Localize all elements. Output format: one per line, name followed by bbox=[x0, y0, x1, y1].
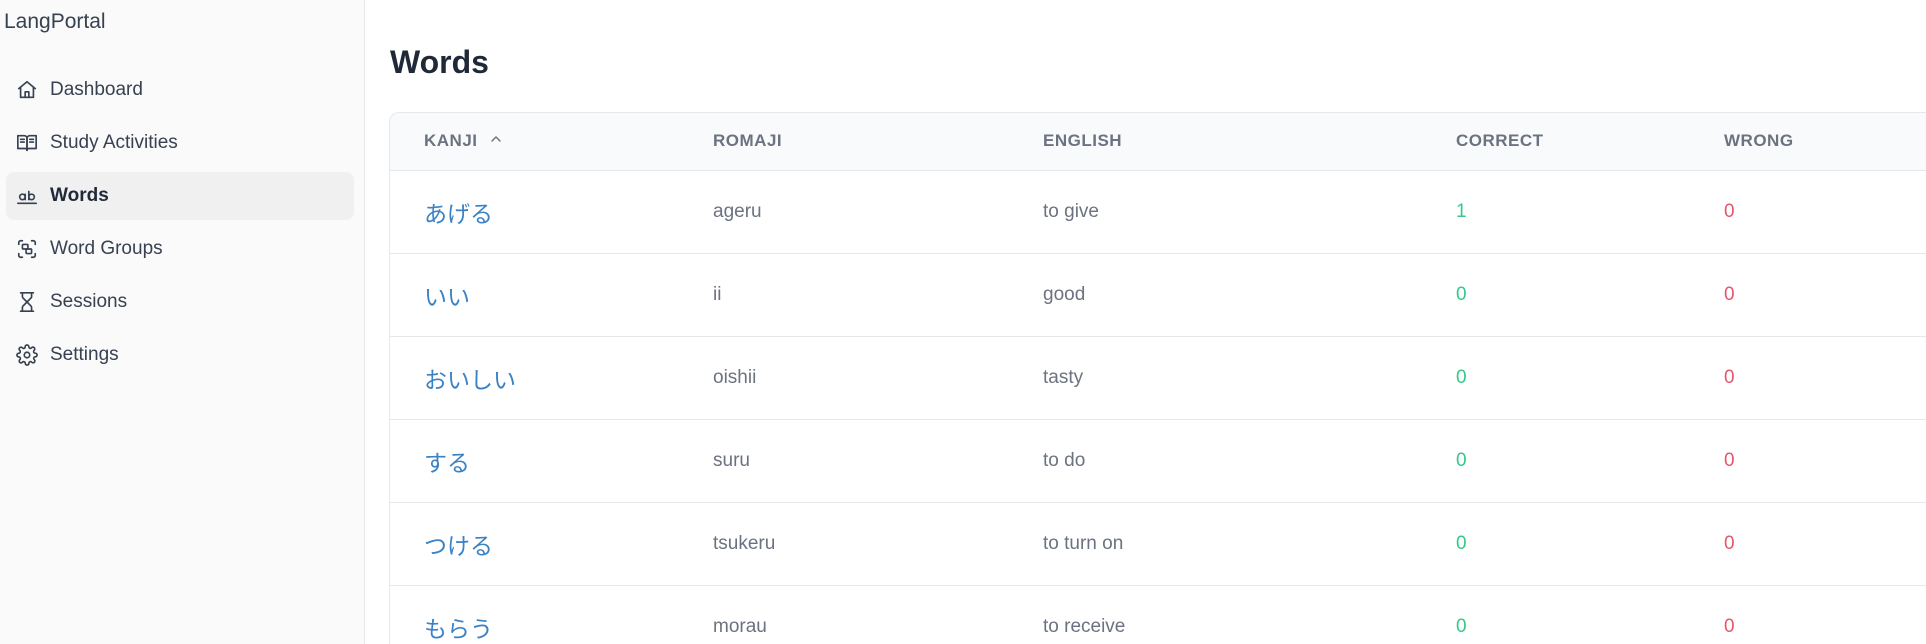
sidebar-item-settings[interactable]: Settings bbox=[6, 331, 354, 379]
table-row: おいしい oishii tasty 0 0 bbox=[390, 336, 1926, 419]
table-row: する suru to do 0 0 bbox=[390, 419, 1926, 502]
table-row: もらう morau to receive 0 0 bbox=[390, 585, 1926, 644]
wrong-count-cell: 0 bbox=[1724, 532, 1735, 554]
wrong-count-cell: 0 bbox=[1724, 200, 1735, 222]
words-table-container: KANJI ROMAJI ENGLISH CORRECT WRONG あげる a… bbox=[389, 112, 1926, 644]
table-header-row: KANJI ROMAJI ENGLISH CORRECT WRONG bbox=[390, 113, 1926, 171]
main-content: Words KANJI ROMAJI ENGLISH CORRECT WRONG… bbox=[365, 0, 1926, 644]
romaji-cell: tsukeru bbox=[713, 532, 776, 554]
table-row: いい ii good 0 0 bbox=[390, 253, 1926, 336]
correct-count-cell: 0 bbox=[1456, 366, 1467, 388]
sidebar-item-study-activities[interactable]: Study Activities bbox=[6, 119, 354, 167]
wrong-count-cell: 0 bbox=[1724, 615, 1735, 637]
sidebar-item-label: Word Groups bbox=[50, 238, 163, 259]
sidebar-item-words[interactable]: Words bbox=[6, 172, 354, 220]
english-cell: good bbox=[1043, 283, 1086, 305]
sidebar-item-dashboard[interactable]: Dashboard bbox=[6, 66, 354, 114]
correct-count-cell: 1 bbox=[1456, 200, 1467, 222]
sidebar-item-word-groups[interactable]: Word Groups bbox=[6, 225, 354, 273]
correct-count-cell: 0 bbox=[1456, 283, 1467, 305]
words-icon bbox=[16, 185, 38, 207]
wrong-count-cell: 0 bbox=[1724, 366, 1735, 388]
romaji-cell: ii bbox=[713, 283, 722, 305]
hourglass-icon bbox=[16, 291, 38, 313]
table-row: あげる ageru to give 1 0 bbox=[390, 170, 1926, 253]
sidebar-item-label: Words bbox=[50, 185, 109, 206]
app-root: LangPortal Dashboard Study Activities Wo… bbox=[0, 0, 1926, 644]
sidebar-item-label: Study Activities bbox=[50, 132, 178, 153]
wrong-count-cell: 0 bbox=[1724, 449, 1735, 471]
chevron-up-icon bbox=[488, 131, 504, 152]
column-header-kanji[interactable]: KANJI bbox=[390, 113, 713, 171]
words-table: KANJI ROMAJI ENGLISH CORRECT WRONG あげる a… bbox=[390, 113, 1926, 644]
english-cell: to do bbox=[1043, 449, 1086, 471]
romaji-cell: ageru bbox=[713, 200, 762, 222]
english-cell: tasty bbox=[1043, 366, 1084, 388]
sidebar-item-sessions[interactable]: Sessions bbox=[6, 278, 354, 326]
english-cell: to turn on bbox=[1043, 532, 1124, 554]
correct-count-cell: 0 bbox=[1456, 449, 1467, 471]
column-header-correct[interactable]: CORRECT bbox=[1456, 113, 1724, 171]
column-header-label: KANJI bbox=[424, 131, 478, 151]
sidebar-item-label: Settings bbox=[50, 344, 119, 365]
correct-count-cell: 0 bbox=[1456, 532, 1467, 554]
brand-title: LangPortal bbox=[4, 10, 106, 33]
group-icon bbox=[16, 238, 38, 260]
english-cell: to give bbox=[1043, 200, 1099, 222]
sidebar-nav: Dashboard Study Activities Words Word Gr… bbox=[6, 66, 354, 384]
gear-icon bbox=[16, 344, 38, 366]
romaji-cell: oishii bbox=[713, 366, 757, 388]
word-link[interactable]: おいしい bbox=[424, 368, 516, 394]
word-link[interactable]: する bbox=[424, 451, 470, 477]
word-link[interactable]: いい bbox=[424, 285, 470, 311]
column-header-romaji[interactable]: ROMAJI bbox=[713, 113, 1043, 171]
column-header-english[interactable]: ENGLISH bbox=[1043, 113, 1456, 171]
home-icon bbox=[16, 79, 38, 101]
sidebar: LangPortal Dashboard Study Activities Wo… bbox=[0, 0, 365, 644]
correct-count-cell: 0 bbox=[1456, 615, 1467, 637]
romaji-cell: morau bbox=[713, 615, 767, 637]
romaji-cell: suru bbox=[713, 449, 750, 471]
word-link[interactable]: あげる bbox=[424, 202, 493, 228]
english-cell: to receive bbox=[1043, 615, 1126, 637]
sidebar-item-label: Dashboard bbox=[50, 79, 143, 100]
table-row: つける tsukeru to turn on 0 0 bbox=[390, 502, 1926, 585]
page-title: Words bbox=[390, 44, 489, 80]
wrong-count-cell: 0 bbox=[1724, 283, 1735, 305]
column-header-wrong[interactable]: WRONG bbox=[1724, 113, 1926, 171]
word-link[interactable]: つける bbox=[424, 534, 493, 560]
sidebar-item-label: Sessions bbox=[50, 291, 128, 312]
word-link[interactable]: もらう bbox=[424, 617, 493, 643]
book-open-icon bbox=[16, 132, 38, 154]
